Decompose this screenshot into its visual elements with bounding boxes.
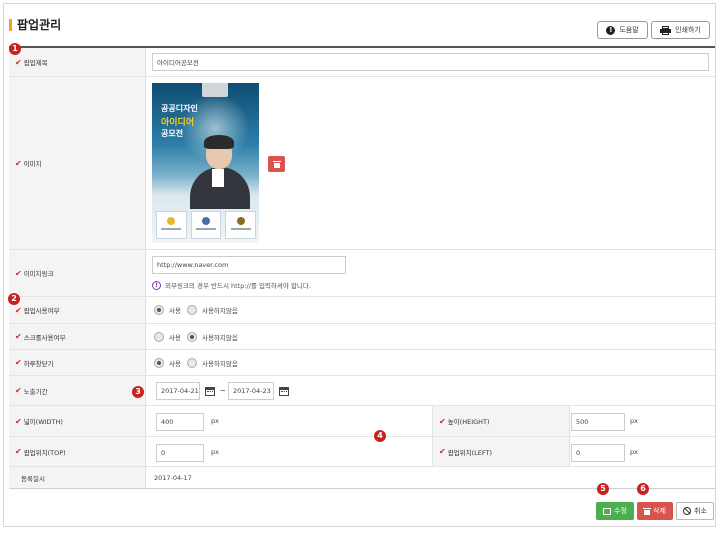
use-row: ✔ 팝업사용여부 사용 사용하지않음 <box>9 297 715 324</box>
left-label: ✔ 팝업위치(LEFT) <box>432 437 570 466</box>
period-end-input[interactable]: 2017-04-23 <box>228 382 274 400</box>
required-check-icon: ✔ <box>15 386 22 395</box>
image-label: ✔ 이미지 <box>9 77 146 249</box>
poster-award-cards <box>156 211 257 239</box>
scroll-radio-yes[interactable]: 사용 <box>154 331 181 342</box>
print-button-label: 인쇄하기 <box>675 26 701 34</box>
required-check-icon: ✔ <box>439 416 446 426</box>
cancel-button[interactable]: 취소 <box>676 502 714 520</box>
required-check-icon: ✔ <box>15 57 22 67</box>
today-close-label: ✔ 하루창닫기 <box>9 350 146 375</box>
lightbulb-graphic <box>202 83 228 97</box>
scroll-label: ✔ 스크롤사용여부 <box>9 324 146 349</box>
title-label: ✔ 팝업제목 <box>9 48 146 76</box>
info-icon: ! <box>152 280 161 290</box>
delete-button[interactable]: 삭제 <box>637 502 673 520</box>
scroll-radio-no[interactable]: 사용하지않음 <box>186 331 238 342</box>
period-row: ✔ 노출기간 2017-04-21 ~ 2017-04-23 <box>9 376 715 406</box>
edit-button[interactable]: 수정 <box>596 502 634 520</box>
registration-label: 등록일시 <box>9 467 146 488</box>
popup-image-preview: 공공디자인 아이디어 공모전 <box>152 83 259 243</box>
step-badge-2: 2 <box>8 293 20 305</box>
print-button[interactable]: 인쇄하기 <box>651 21 710 39</box>
required-check-icon: ✔ <box>439 447 446 456</box>
height-label: ✔ 높이(HEIGHT) <box>432 406 570 436</box>
trash-icon <box>272 160 281 168</box>
position-row: ✔ 팝업위치(TOP) 0 px ✔ 팝업위치(LEFT) 0 px <box>9 437 715 467</box>
edit-button-label: 수정 <box>614 507 627 515</box>
poster-headline-3: 공모전 <box>161 129 184 138</box>
height-input[interactable]: 500 <box>571 413 625 431</box>
title-accent-bar <box>9 19 12 31</box>
top-label: ✔ 팝업위치(TOP) <box>9 437 146 466</box>
period-separator: ~ <box>220 387 226 395</box>
delete-button-label: 삭제 <box>653 507 666 515</box>
exclamation-icon: ! <box>606 25 616 35</box>
help-button[interactable]: ! 도움말 <box>597 21 648 39</box>
top-input[interactable]: 0 <box>156 444 204 462</box>
cancel-button-label: 취소 <box>694 507 707 515</box>
step-badge-5: 5 <box>597 483 609 495</box>
registration-row: 등록일시 2017-04-17 <box>9 467 715 489</box>
period-start-input[interactable]: 2017-04-21 <box>156 382 200 400</box>
step-badge-3: 3 <box>132 386 144 398</box>
left-input[interactable]: 0 <box>571 444 625 462</box>
ban-icon <box>683 507 692 515</box>
required-check-icon: ✔ <box>15 268 22 278</box>
step-badge-6: 6 <box>637 483 649 495</box>
required-check-icon: ✔ <box>15 358 22 367</box>
popup-title-input[interactable]: 아이디어공모전 <box>152 53 709 71</box>
scroll-row: ✔ 스크롤사용여부 사용 사용하지않음 <box>9 324 715 350</box>
image-row: ✔ 이미지 공공디자인 아이디어 공모전 <box>9 77 715 250</box>
width-input[interactable]: 400 <box>156 413 204 431</box>
title-row: ✔ 팝업제목 아이디어공모전 <box>9 48 715 77</box>
required-check-icon: ✔ <box>15 158 22 168</box>
left-unit: px <box>630 448 638 456</box>
link-label: ✔ 이미지링크 <box>9 250 146 296</box>
step-badge-1: 1 <box>9 43 21 55</box>
width-unit: px <box>211 417 219 425</box>
top-unit: px <box>211 448 219 456</box>
size-row: ✔ 넓이(WIDTH) 400 px ✔ 높이(HEIGHT) 500 px <box>9 406 715 437</box>
use-label: ✔ 팝업사용여부 <box>9 297 146 323</box>
required-check-icon: ✔ <box>15 305 22 315</box>
height-unit: px <box>630 417 638 425</box>
today-radio-no[interactable]: 사용하지않음 <box>186 357 238 368</box>
calendar-icon[interactable] <box>279 387 289 396</box>
today-close-row: ✔ 하루창닫기 사용 사용하지않음 <box>9 350 715 376</box>
poster-headline-2: 아이디어 <box>161 118 195 128</box>
required-check-icon: ✔ <box>15 416 22 426</box>
printer-icon <box>660 25 672 35</box>
width-label: ✔ 넓이(WIDTH) <box>9 406 146 436</box>
poster-headline-1: 공공디자인 <box>161 104 198 113</box>
use-radio-yes[interactable]: 사용 <box>154 305 181 315</box>
help-button-label: 도움말 <box>619 26 639 34</box>
calendar-icon[interactable] <box>205 387 215 396</box>
page-title: 팝업관리 <box>17 18 62 32</box>
delete-image-button[interactable] <box>268 156 285 172</box>
trash-icon <box>643 507 652 515</box>
step-badge-4: 4 <box>374 430 386 442</box>
image-link-input[interactable]: http://www.naver.com <box>152 256 346 274</box>
required-check-icon: ✔ <box>15 447 22 456</box>
link-row: ✔ 이미지링크 http://www.naver.com ! 외부링크의 경우 반… <box>9 250 715 297</box>
registration-date: 2017-04-17 <box>154 473 192 482</box>
page-header: 팝업관리 ! 도움말 인쇄하기 <box>4 4 715 46</box>
link-hint: ! 외부링크의 경우 반드시 http://를 입력하셔야 합니다. <box>152 280 311 290</box>
required-check-icon: ✔ <box>15 332 22 341</box>
use-radio-no[interactable]: 사용하지않음 <box>186 305 238 315</box>
popup-management-panel: 팝업관리 ! 도움말 인쇄하기 1 2 3 4 5 6 ✔ 팝업제목 아이디어공모… <box>3 3 716 527</box>
today-radio-yes[interactable]: 사용 <box>154 357 181 368</box>
edit-icon <box>603 507 612 515</box>
period-label: ✔ 노출기간 <box>9 376 146 405</box>
